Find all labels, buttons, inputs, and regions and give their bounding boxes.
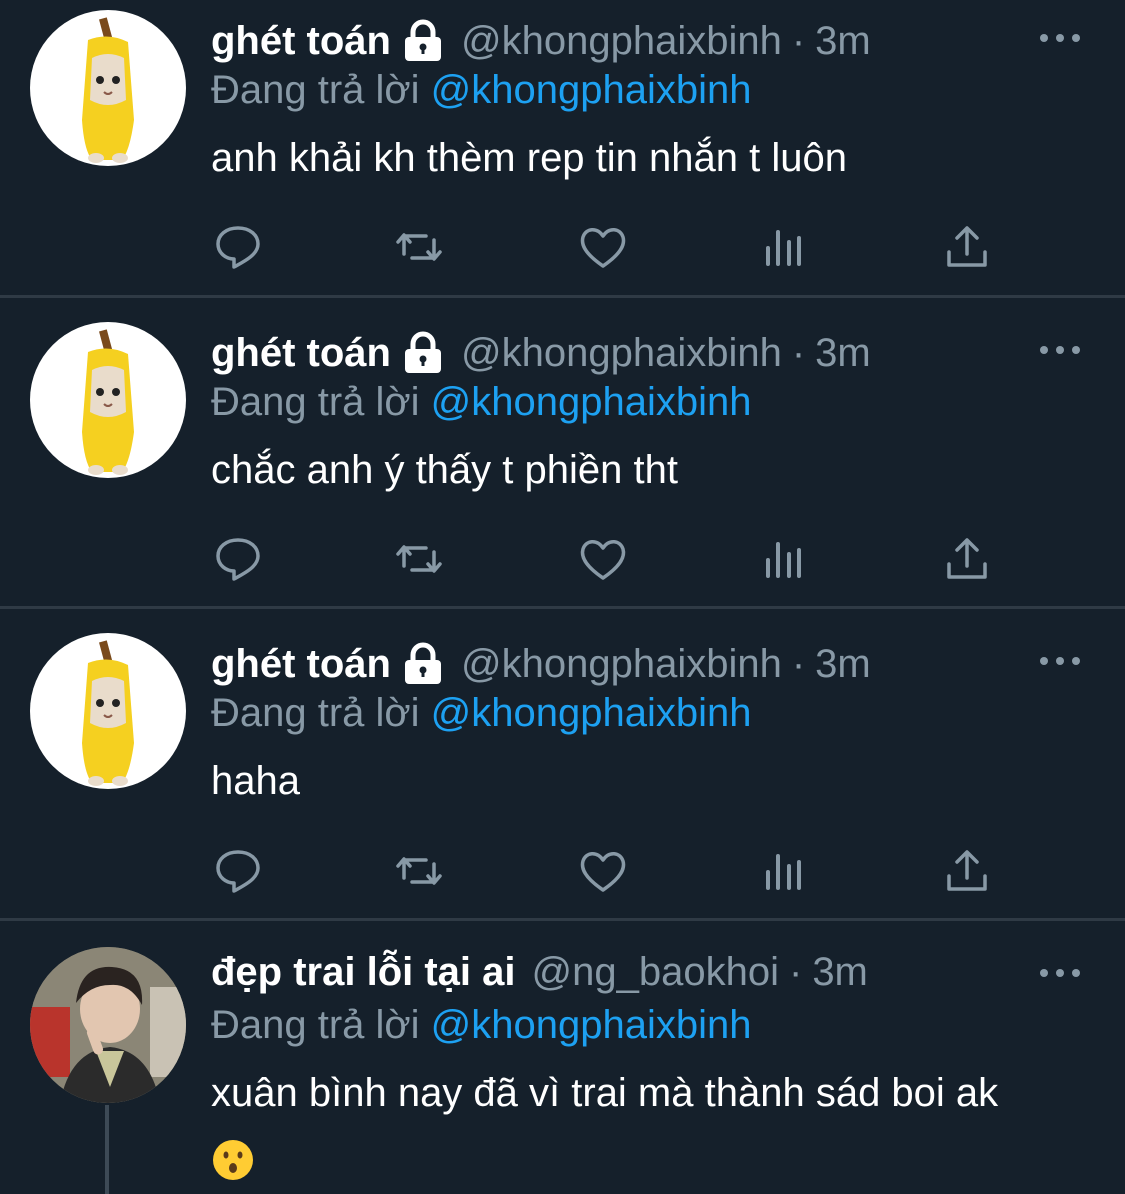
reply-icon[interactable] bbox=[213, 222, 263, 272]
display-name[interactable]: ghét toán bbox=[211, 642, 391, 687]
reply-icon[interactable] bbox=[213, 846, 263, 896]
replying-to: Đang trả lời @khongphaixbinh bbox=[211, 68, 752, 113]
mention-link[interactable]: @khongphaixbinh bbox=[431, 68, 752, 112]
avatar[interactable] bbox=[30, 322, 186, 478]
replying-to-label: Đang trả lời bbox=[211, 68, 420, 112]
tweet-header: ghét toán @khongphaixbinh · 3m bbox=[211, 639, 1005, 689]
tweet-actions bbox=[211, 534, 1011, 584]
separator-dot: · bbox=[788, 949, 803, 994]
more-options-icon[interactable] bbox=[1035, 28, 1085, 48]
replying-to: Đang trả lời @khongphaixbinh bbox=[211, 691, 752, 736]
display-name[interactable]: ghét toán bbox=[211, 331, 391, 376]
analytics-icon[interactable] bbox=[759, 222, 809, 272]
share-icon[interactable] bbox=[942, 846, 992, 896]
tweet-header: ghét toán @khongphaixbinh · 3m bbox=[211, 328, 1005, 378]
tweet-text: haha bbox=[211, 759, 300, 803]
timestamp[interactable]: 3m bbox=[815, 642, 871, 687]
username-handle[interactable]: @khongphaixbinh bbox=[461, 331, 782, 376]
analytics-icon[interactable] bbox=[759, 846, 809, 896]
replying-to-label: Đang trả lời bbox=[211, 1003, 420, 1047]
tweet-header: ghét toán @khongphaixbinh · 3m bbox=[211, 16, 1005, 66]
avatar[interactable] bbox=[30, 633, 186, 789]
profile-photo-avatar-image bbox=[30, 947, 186, 1103]
banana-cat-avatar-image bbox=[82, 329, 134, 475]
timestamp[interactable]: 3m bbox=[815, 19, 871, 64]
thread-connector-line bbox=[105, 1105, 109, 1194]
tweet-text: chắc anh ý thấy t phiền tht bbox=[211, 448, 678, 492]
replying-to-label: Đang trả lời bbox=[211, 691, 420, 735]
username-handle[interactable]: @khongphaixbinh bbox=[461, 19, 782, 64]
retweet-icon[interactable] bbox=[394, 534, 444, 584]
tweet-text: xuân bình nay đã vì trai mà thành sád bo… bbox=[211, 1071, 999, 1115]
tweet-actions bbox=[211, 222, 1011, 272]
mention-link[interactable]: @khongphaixbinh bbox=[431, 1003, 752, 1047]
more-options-icon[interactable] bbox=[1035, 651, 1085, 671]
mention-link[interactable]: @khongphaixbinh bbox=[431, 380, 752, 424]
tweet[interactable]: ghét toán @khongphaixbinh · 3m Đang trả … bbox=[0, 298, 1125, 606]
retweet-icon[interactable] bbox=[394, 222, 444, 272]
tweet[interactable]: ghét toán @khongphaixbinh · 3m Đang trả … bbox=[0, 609, 1125, 918]
tweet[interactable]: đẹp trai lỗi tại ai @ng_baokhoi · 3m Đan… bbox=[0, 921, 1125, 1194]
separator-dot: · bbox=[791, 641, 806, 686]
separator-dot: · bbox=[791, 18, 806, 63]
tweet-text: anh khải kh thèm rep tin nhắn t luôn bbox=[211, 136, 847, 180]
lock-icon bbox=[401, 19, 445, 63]
mention-link[interactable]: @khongphaixbinh bbox=[431, 691, 752, 735]
like-icon[interactable] bbox=[578, 846, 628, 896]
hushed-face-emoji-icon bbox=[211, 1138, 255, 1182]
retweet-icon[interactable] bbox=[394, 846, 444, 896]
replying-to-label: Đang trả lời bbox=[211, 380, 420, 424]
share-icon[interactable] bbox=[942, 222, 992, 272]
share-icon[interactable] bbox=[942, 534, 992, 584]
tweet[interactable]: ghét toán @khongphaixbinh · 3m Đang trả … bbox=[0, 0, 1125, 295]
replying-to: Đang trả lời @khongphaixbinh bbox=[211, 1003, 752, 1048]
username-handle[interactable]: @ng_baokhoi bbox=[532, 950, 779, 995]
banana-cat-avatar-image bbox=[82, 640, 134, 786]
analytics-icon[interactable] bbox=[759, 534, 809, 584]
tweet-header: đẹp trai lỗi tại ai @ng_baokhoi · 3m bbox=[211, 947, 1005, 997]
more-options-icon[interactable] bbox=[1035, 340, 1085, 360]
reply-icon[interactable] bbox=[213, 534, 263, 584]
avatar[interactable] bbox=[30, 10, 186, 166]
display-name[interactable]: đẹp trai lỗi tại ai bbox=[211, 950, 516, 995]
tweet-actions bbox=[211, 846, 1011, 896]
separator-dot: · bbox=[791, 330, 806, 375]
like-icon[interactable] bbox=[578, 222, 628, 272]
username-handle[interactable]: @khongphaixbinh bbox=[461, 642, 782, 687]
replying-to: Đang trả lời @khongphaixbinh bbox=[211, 380, 752, 425]
more-options-icon[interactable] bbox=[1035, 963, 1085, 983]
avatar[interactable] bbox=[30, 947, 186, 1103]
timestamp[interactable]: 3m bbox=[815, 331, 871, 376]
timestamp[interactable]: 3m bbox=[812, 950, 868, 995]
display-name[interactable]: ghét toán bbox=[211, 19, 391, 64]
banana-cat-avatar-image bbox=[82, 17, 134, 163]
lock-icon bbox=[401, 331, 445, 375]
like-icon[interactable] bbox=[578, 534, 628, 584]
lock-icon bbox=[401, 642, 445, 686]
